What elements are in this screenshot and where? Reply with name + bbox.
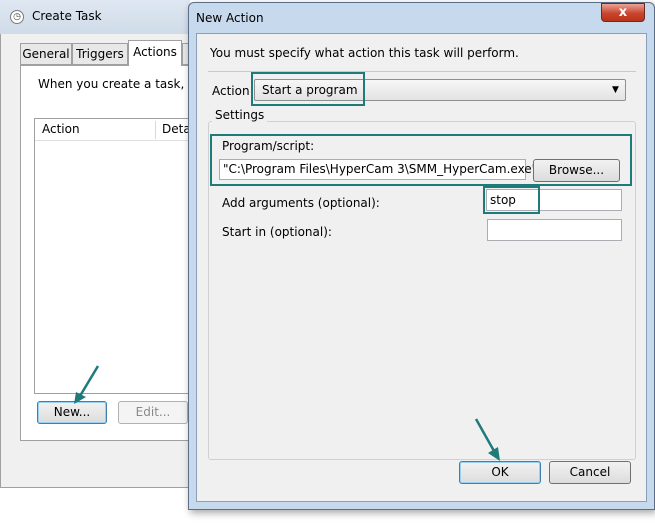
column-header-action[interactable]: Action [42,122,80,136]
highlight-box-action [251,72,365,106]
actions-list[interactable] [34,118,194,394]
column-divider[interactable] [155,121,156,139]
tab-actions[interactable]: Actions [128,40,182,66]
pointer-arrow-ok [474,418,500,461]
start-in-input[interactable] [487,219,622,241]
create-task-title: Create Task [32,9,102,23]
cancel-button[interactable]: Cancel [549,461,631,484]
highlight-box-arguments [483,186,540,214]
tab-general[interactable]: General [20,43,72,65]
start-in-label: Start in (optional): [222,225,332,239]
action-label: Action: [212,84,254,98]
close-icon[interactable]: x [601,3,645,22]
settings-label: Settings [212,108,268,122]
tab-triggers[interactable]: Triggers [72,43,128,65]
edit-action-button[interactable]: Edit... [118,401,188,424]
instruction-text: You must specify what action this task w… [210,46,519,60]
clock-icon: ◷ [10,10,24,24]
chevron-down-icon[interactable]: ▼ [612,85,619,95]
actions-description: When you create a task, you [38,77,188,91]
arguments-label: Add arguments (optional): [222,196,380,210]
new-action-title: New Action [196,11,264,25]
pointer-arrow-new [74,365,100,404]
highlight-box-program [210,134,632,186]
column-header-details[interactable]: Deta [162,122,190,136]
